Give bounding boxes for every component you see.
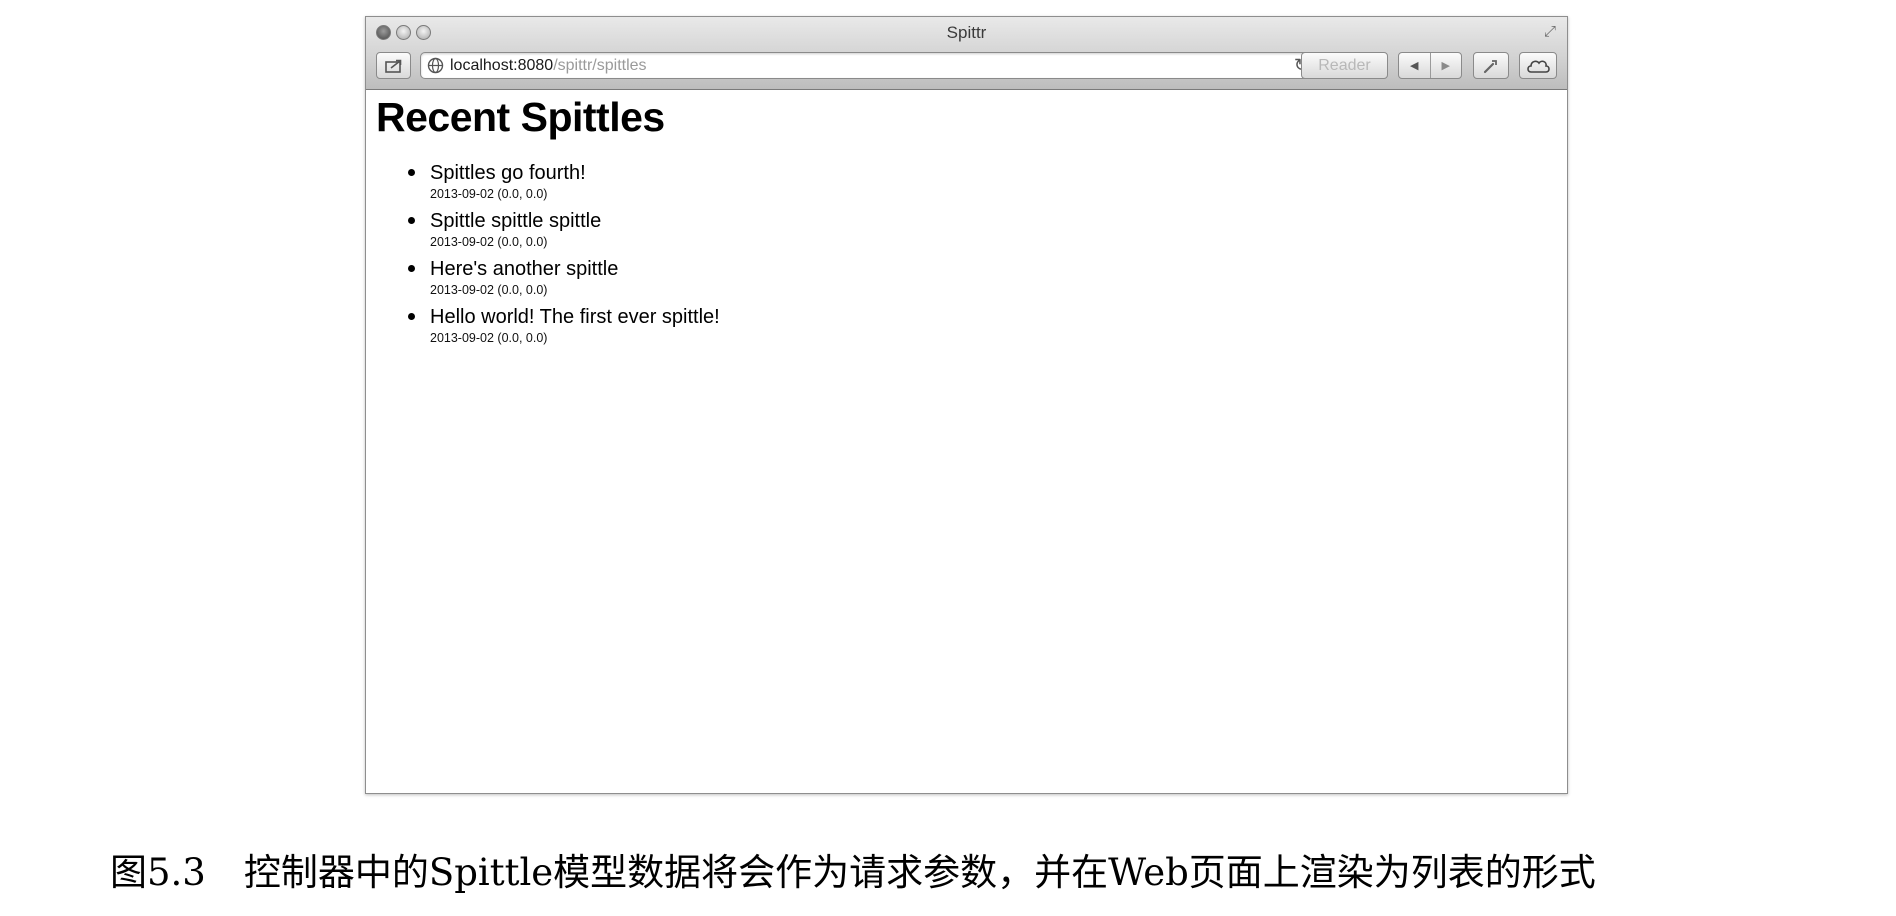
url-text: localhost:8080/spittr/spittles [450, 57, 647, 75]
window-title: Spittr [946, 23, 987, 42]
page-title: Recent Spittles [376, 94, 665, 140]
spittle-meta: 2013-09-02 (0.0, 0.0) [430, 283, 548, 297]
list-item: Hello world! The first ever spittle! 201… [408, 304, 720, 352]
back-forward-buttons: ◀ ▶ [1398, 52, 1462, 79]
fullscreen-icon[interactable]: ⤢ [1541, 23, 1559, 41]
spittle-message: Hello world! The first ever spittle! [430, 306, 720, 328]
list-bullet [408, 169, 415, 176]
spittle-message: Here's another spittle [430, 258, 619, 280]
reader-button[interactable]: Reader [1301, 52, 1388, 79]
list-item: Here's another spittle 2013-09-02 (0.0, … [408, 256, 720, 304]
page-content: Recent Spittles Spittles go fourth! 2013… [366, 90, 1567, 793]
browser-toolbar: Spittr ⤢ localhost:8080/spittr/spittles … [366, 17, 1567, 90]
spittle-message: Spittles go fourth! [430, 162, 586, 184]
spittle-meta: 2013-09-02 (0.0, 0.0) [430, 331, 548, 345]
forward-arrow-icon[interactable]: ▶ [1429, 53, 1462, 78]
caption-text: 控制器中的Spittle模型数据将会作为请求参数，并在Web页面上渲染为列表的形… [243, 851, 1596, 894]
icloud-button[interactable] [1519, 52, 1557, 79]
figure-caption: 图5.3 控制器中的Spittle模型数据将会作为请求参数，并在Web页面上渲染为… [110, 842, 1596, 896]
figure-number: 图5.3 [110, 851, 206, 894]
back-arrow-icon[interactable]: ◀ [1399, 53, 1430, 78]
spittle-meta: 2013-09-02 (0.0, 0.0) [430, 187, 548, 201]
address-bar[interactable]: localhost:8080/spittr/spittles ↻ [420, 52, 1320, 79]
url-path: /spittr/spittles [553, 57, 647, 74]
list-item: Spittle spittle spittle 2013-09-02 (0.0,… [408, 208, 720, 256]
spittle-message: Spittle spittle spittle [430, 210, 602, 232]
wrench-icon [1483, 59, 1497, 73]
list-bullet [408, 265, 415, 272]
browser-window: Spittr ⤢ localhost:8080/spittr/spittles … [365, 16, 1568, 794]
spittle-list: Spittles go fourth! 2013-09-02 (0.0, 0.0… [366, 160, 720, 352]
spittle-meta: 2013-09-02 (0.0, 0.0) [430, 235, 548, 249]
share-icon [384, 59, 401, 73]
list-bullet [408, 313, 415, 320]
list-item: Spittles go fourth! 2013-09-02 (0.0, 0.0… [408, 160, 720, 208]
list-bullet [408, 217, 415, 224]
url-host: localhost:8080 [450, 57, 554, 74]
globe-icon [427, 57, 444, 74]
share-button[interactable] [376, 52, 411, 79]
cloud-icon [1527, 60, 1550, 73]
tools-button[interactable] [1473, 52, 1509, 79]
figure: Spittr ⤢ localhost:8080/spittr/spittles … [0, 0, 1896, 916]
